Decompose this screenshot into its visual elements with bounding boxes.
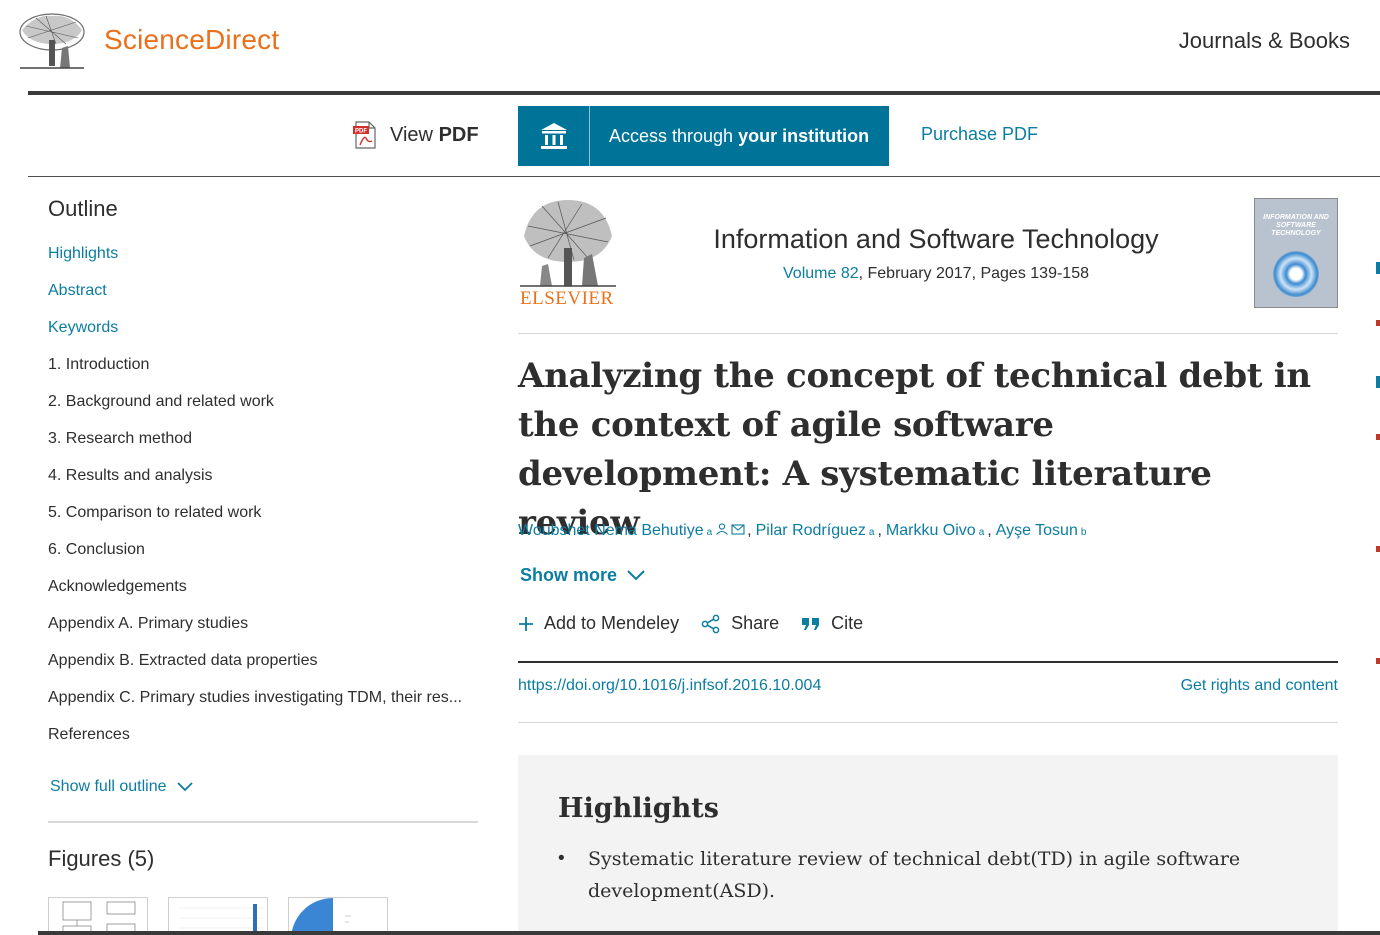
author-affiliation[interactable]: a: [869, 527, 875, 538]
svg-text:PDF: PDF: [355, 129, 367, 135]
figure-thumbnails: [48, 897, 388, 935]
person-icon[interactable]: [715, 523, 729, 535]
outline-item-introduction[interactable]: 1. Introduction: [48, 355, 473, 392]
cite-button[interactable]: Cite: [801, 613, 863, 634]
cover-disc-graphic: [1273, 251, 1319, 297]
outline-item-appendix-b[interactable]: Appendix B. Extracted data properties: [48, 651, 473, 688]
right-panel-fragment: [1376, 320, 1380, 326]
outline-item-research-method[interactable]: 3. Research method: [48, 429, 473, 466]
article-meta-divider: [518, 661, 1338, 663]
institution-icon: [518, 106, 590, 166]
get-rights-link[interactable]: Get rights and content: [1181, 677, 1338, 695]
outline-item-comparison[interactable]: 5. Comparison to related work: [48, 503, 473, 540]
right-panel-fragment: [1376, 262, 1380, 274]
volume-details: , February 2017, Pages 139-158: [858, 265, 1089, 282]
author-list: Woubshet Nema Behutiye a , Pilar Rodrígue…: [518, 522, 1089, 540]
chevron-down-icon: [176, 782, 193, 792]
outline-list: Highlights Abstract Keywords 1. Introduc…: [48, 244, 478, 762]
share-icon: [701, 614, 720, 633]
journal-cover-text: INFORMATION AND SOFTWARE TECHNOLOGY: [1263, 214, 1329, 237]
access-through-institution-button[interactable]: Access through your institution: [518, 106, 889, 166]
outline-item-keywords[interactable]: Keywords: [48, 318, 473, 355]
sciencedirect-logo-text[interactable]: ScienceDirect: [104, 24, 279, 56]
right-panel-fragment: [1376, 434, 1380, 440]
bullet-icon: •: [558, 848, 565, 869]
journal-divider: [518, 333, 1338, 334]
outline-item-results[interactable]: 4. Results and analysis: [48, 466, 473, 503]
outline-item-acknowledgements[interactable]: Acknowledgements: [48, 577, 473, 614]
right-panel-fragment: [1376, 546, 1380, 552]
outline-sidebar: Outline Highlights Abstract Keywords 1. …: [48, 196, 478, 935]
quote-icon: [802, 617, 820, 630]
outline-item-conclusion[interactable]: 6. Conclusion: [48, 540, 473, 577]
outline-item-appendix-c[interactable]: Appendix C. Primary studies investigatin…: [48, 688, 473, 725]
doi-divider: [518, 722, 1338, 723]
outline-item-appendix-a[interactable]: Appendix A. Primary studies: [48, 614, 473, 651]
sidebar-divider: [48, 821, 478, 823]
chevron-down-icon: [627, 570, 645, 581]
view-pdf-button[interactable]: PDF View PDF: [352, 121, 479, 149]
email-icon[interactable]: [731, 523, 745, 535]
outline-item-highlights[interactable]: Highlights: [48, 244, 473, 281]
purchase-pdf-link[interactable]: Purchase PDF: [921, 124, 1038, 145]
outline-heading: Outline: [48, 196, 118, 221]
article-actions: Add to Mendeley Share Cite: [518, 613, 885, 634]
article-title: Analyzing the concept of technical debt …: [518, 356, 1311, 543]
author-separator: ,: [747, 522, 752, 539]
outline-item-references[interactable]: References: [48, 725, 473, 762]
figure-thumbnail[interactable]: [168, 897, 268, 935]
access-label-bold: your institution: [738, 125, 870, 146]
show-full-outline-button[interactable]: Show full outline: [50, 778, 193, 796]
figure-thumbnail[interactable]: [48, 897, 148, 935]
right-panel-fragment: [1376, 376, 1380, 388]
access-label: Access through: [609, 125, 734, 146]
show-more-button[interactable]: Show more: [520, 565, 645, 586]
author-link[interactable]: Ayşe Tosun: [996, 522, 1078, 540]
author-affiliation[interactable]: a: [979, 527, 985, 538]
author-link[interactable]: Pilar Rodríguez: [756, 522, 866, 540]
author-separator: ,: [877, 522, 882, 539]
author-link[interactable]: Markku Oivo: [886, 522, 976, 540]
right-panel-fragment: [1376, 658, 1380, 664]
figures-heading: Figures (5): [48, 846, 155, 871]
highlights-heading: Highlights: [558, 793, 719, 824]
outline-item-background[interactable]: 2. Background and related work: [48, 392, 473, 429]
elsevier-wordmark: ELSEVIER: [520, 288, 614, 309]
journal-title-link[interactable]: Information and Software Technology: [628, 224, 1244, 255]
add-to-mendeley-label: Add to Mendeley: [544, 613, 680, 633]
journals-books-link[interactable]: Journals & Books: [1179, 28, 1350, 54]
article-toolbar: PDF View PDF Access through your institu…: [28, 95, 1380, 177]
cite-label: Cite: [831, 613, 864, 633]
journal-volume-info: Volume 82, February 2017, Pages 139-158: [628, 265, 1244, 283]
view-pdf-label-bold: PDF: [438, 123, 479, 146]
figure-thumbnail[interactable]: [288, 897, 388, 935]
share-button[interactable]: Share: [701, 613, 779, 634]
bottom-scroll-edge: [38, 931, 1380, 935]
pdf-file-icon: PDF: [353, 121, 376, 149]
author-separator: ,: [987, 522, 992, 539]
author-affiliation[interactable]: a: [707, 527, 713, 538]
show-full-outline-label: Show full outline: [50, 778, 167, 795]
plus-icon: [519, 616, 533, 631]
doi-link[interactable]: https://doi.org/10.1016/j.infsof.2016.10…: [518, 677, 821, 695]
journal-cover-image[interactable]: INFORMATION AND SOFTWARE TECHNOLOGY: [1254, 198, 1338, 308]
author-affiliation[interactable]: b: [1081, 527, 1087, 538]
share-label: Share: [731, 613, 780, 633]
site-header: ScienceDirect Journals & Books: [0, 0, 1380, 92]
highlight-item: Systematic literature review of technica…: [588, 848, 1241, 902]
add-to-mendeley-button[interactable]: Add to Mendeley: [518, 613, 679, 634]
show-more-label: Show more: [520, 565, 618, 585]
author-link[interactable]: Woubshet Nema Behutiye: [518, 522, 704, 540]
highlights-section: Highlights • Systematic literature revie…: [518, 755, 1338, 935]
elsevier-tree-logo[interactable]: [16, 10, 88, 72]
outline-item-abstract[interactable]: Abstract: [48, 281, 473, 318]
volume-link[interactable]: Volume 82: [783, 265, 859, 282]
view-pdf-label: View: [390, 123, 433, 146]
